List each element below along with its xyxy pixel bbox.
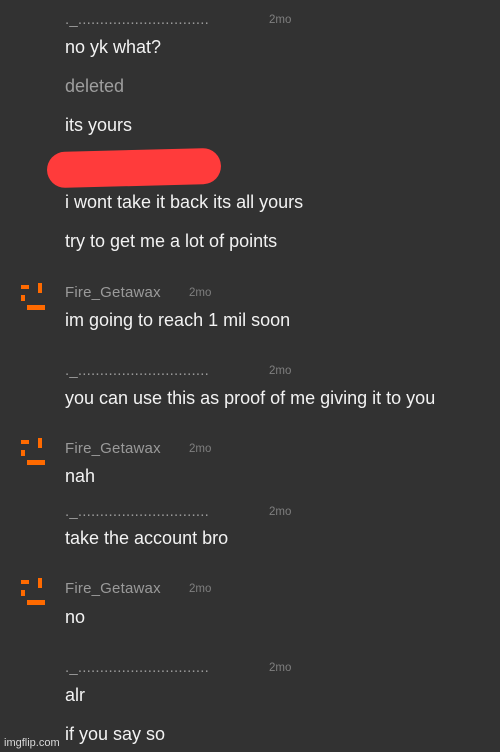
author-name[interactable]: ._..............................	[65, 362, 209, 379]
imgflip-watermark: imgflip.com	[4, 737, 60, 749]
message-text: no	[65, 607, 86, 627]
message-timestamp: 2mo	[269, 14, 292, 26]
redaction-mark	[46, 147, 222, 189]
message-text: its yours	[65, 115, 133, 135]
author-name[interactable]: Fire_Getawax	[65, 580, 161, 597]
message-text: you can use this as proof of me giving i…	[65, 388, 436, 408]
author-name[interactable]: ._..............................	[65, 11, 209, 28]
message-timestamp: 2mo	[189, 287, 212, 299]
message-timestamp: 2mo	[269, 365, 292, 377]
message-text: im going to reach 1 mil soon	[65, 310, 291, 330]
message-timestamp: 2mo	[269, 506, 292, 518]
message-text: nah	[65, 466, 96, 486]
message-text: i wont take it back its all yours	[65, 192, 304, 212]
deleted-message-text: deleted	[65, 76, 125, 96]
message-text: if you say so	[65, 724, 166, 744]
avatar[interactable]	[18, 283, 50, 311]
avatar[interactable]	[18, 438, 50, 466]
author-name[interactable]: ._..............................	[65, 503, 209, 520]
message-text: alr	[65, 685, 86, 705]
message-timestamp: 2mo	[189, 443, 212, 455]
message-text: take the account bro	[65, 528, 229, 548]
author-name[interactable]: ._..............................	[65, 659, 209, 676]
message-timestamp: 2mo	[269, 662, 292, 674]
author-name[interactable]: Fire_Getawax	[65, 284, 161, 301]
author-name[interactable]: Fire_Getawax	[65, 440, 161, 457]
message-timestamp: 2mo	[189, 583, 212, 595]
avatar[interactable]	[18, 578, 50, 606]
message-text: try to get me a lot of points	[65, 231, 278, 251]
message-text: no yk what?	[65, 37, 162, 57]
